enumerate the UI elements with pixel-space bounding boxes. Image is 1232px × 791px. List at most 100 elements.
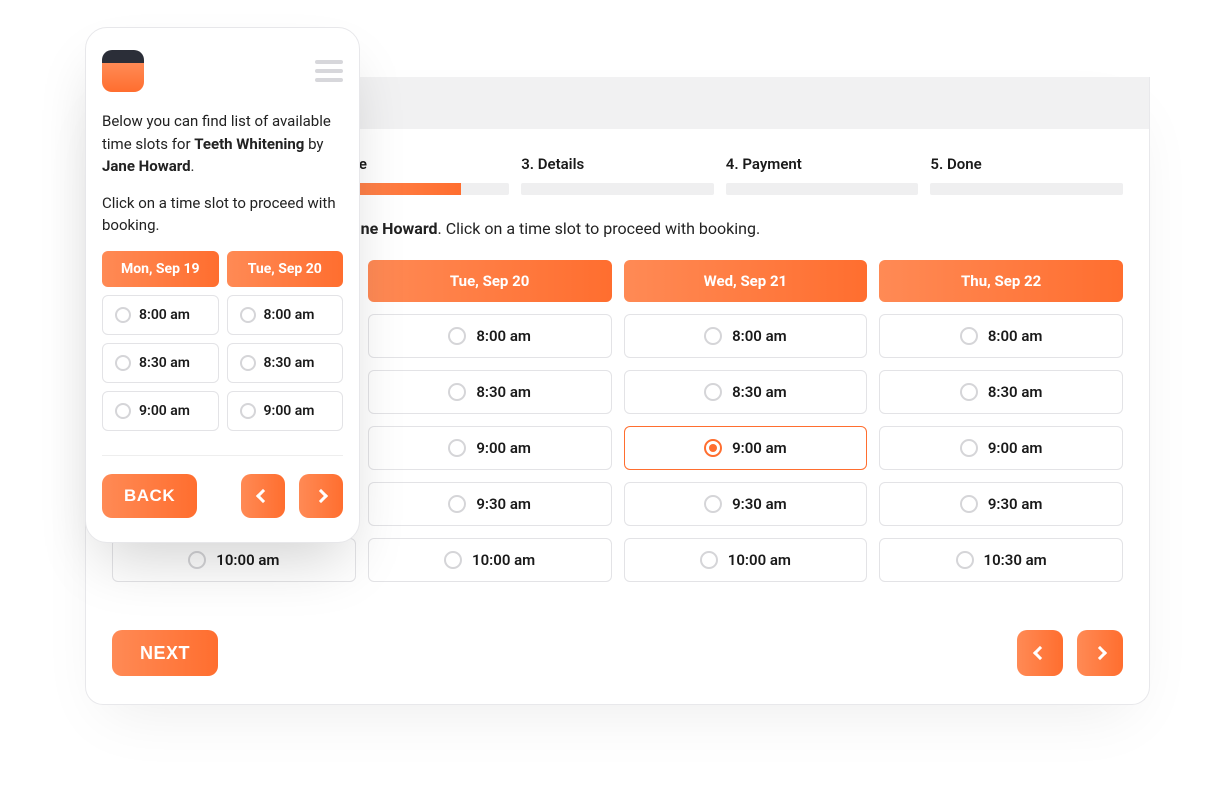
time-slot-label: 9:00 am — [732, 439, 787, 457]
instruction-text: Below you can find list of available tim… — [102, 110, 343, 178]
time-slot-label: 8:00 am — [476, 327, 531, 345]
time-slot[interactable]: 10:00 am — [112, 538, 356, 582]
time-slot-label: 8:00 am — [732, 327, 787, 345]
radio-icon — [448, 495, 466, 513]
time-slot-label: 10:30 am — [984, 551, 1047, 569]
schedule-grid: Mon, Sep 19Tue, Sep 20 8:00 am 8:00 am 8:30… — [102, 251, 343, 431]
desktop-footer: NEXT — [112, 630, 1123, 676]
time-slot[interactable]: 9:00 am — [227, 391, 344, 431]
time-slot[interactable]: 9:00 am — [102, 391, 219, 431]
radio-icon — [240, 403, 256, 419]
radio-icon — [448, 327, 466, 345]
time-slot[interactable]: 9:00 am — [879, 426, 1123, 470]
mobile-booking-panel: Below you can find list of available tim… — [85, 27, 360, 543]
time-slot-label: 8:00 am — [139, 307, 190, 323]
time-slot[interactable]: 9:00 am — [624, 426, 868, 470]
service-name: Teeth Whitening — [194, 135, 304, 153]
text-fragment: . — [438, 219, 446, 238]
radio-icon — [115, 403, 131, 419]
time-slot[interactable]: 8:00 am — [879, 314, 1123, 358]
time-slot[interactable]: 9:30 am — [624, 482, 868, 526]
time-slot[interactable]: 8:00 am — [368, 314, 612, 358]
radio-icon — [700, 551, 718, 569]
radio-icon — [115, 307, 131, 323]
time-slot[interactable]: 9:30 am — [879, 482, 1123, 526]
day-header: Mon, Sep 19 — [102, 251, 219, 287]
divider — [102, 455, 343, 456]
mobile-footer: BACK — [102, 474, 343, 518]
time-slot-label: 9:00 am — [988, 439, 1043, 457]
day-header: Tue, Sep 20 — [368, 260, 612, 302]
chevron-left-icon — [256, 488, 270, 502]
radio-icon — [240, 307, 256, 323]
time-slot[interactable]: 10:30 am — [879, 538, 1123, 582]
time-slot[interactable]: 8:00 am — [102, 295, 219, 335]
step-progress-bar — [521, 183, 714, 195]
next-button[interactable]: NEXT — [112, 630, 218, 676]
radio-icon — [444, 551, 462, 569]
time-slot[interactable]: 9:30 am — [368, 482, 612, 526]
radio-icon — [448, 383, 466, 401]
menu-button[interactable] — [315, 60, 343, 82]
time-slot-label: 10:00 am — [728, 551, 791, 569]
app-logo-icon — [102, 50, 144, 92]
time-slot-label: 9:30 am — [732, 495, 787, 513]
time-slot-label: 8:00 am — [264, 307, 315, 323]
time-slot-label: 8:30 am — [264, 355, 315, 371]
radio-icon — [960, 495, 978, 513]
time-slot-label: 8:30 am — [139, 355, 190, 371]
time-slot-label: 8:30 am — [732, 383, 787, 401]
time-slot[interactable]: 8:30 am — [368, 370, 612, 414]
radio-icon — [704, 327, 722, 345]
prev-week-button[interactable] — [241, 474, 285, 518]
time-slot[interactable]: 8:00 am — [624, 314, 868, 358]
time-slot-label: 9:30 am — [476, 495, 531, 513]
time-slot[interactable]: 8:00 am — [227, 295, 344, 335]
step-label: 5. Done — [930, 155, 1123, 183]
time-slot-label: 8:00 am — [988, 327, 1043, 345]
next-week-button[interactable] — [1077, 630, 1123, 676]
step-progress-bar — [726, 183, 919, 195]
time-slot-label: 9:30 am — [988, 495, 1043, 513]
provider-name: Jane Howard — [102, 157, 191, 175]
time-slot[interactable]: 8:30 am — [102, 343, 219, 383]
chevron-right-icon — [1093, 646, 1107, 660]
radio-icon — [960, 383, 978, 401]
step-label: 3. Details — [521, 155, 714, 183]
text-fragment: by — [304, 135, 323, 153]
time-slot[interactable]: 8:30 am — [624, 370, 868, 414]
time-slot[interactable]: 10:00 am — [624, 538, 868, 582]
hamburger-icon — [315, 60, 343, 64]
time-slot-label: 8:30 am — [476, 383, 531, 401]
step-progress-bar — [930, 183, 1123, 195]
time-slot-label: 8:30 am — [988, 383, 1043, 401]
back-button[interactable]: BACK — [102, 474, 197, 518]
time-slot[interactable]: 8:30 am — [879, 370, 1123, 414]
time-slot-label: 10:00 am — [216, 551, 279, 569]
click-hint: Click on a time slot to proceed with boo… — [102, 192, 343, 237]
chevron-right-icon — [314, 488, 328, 502]
time-slot[interactable]: 8:30 am — [227, 343, 344, 383]
radio-icon — [960, 439, 978, 457]
next-week-button[interactable] — [299, 474, 343, 518]
step-label: 4. Payment — [726, 155, 919, 183]
time-slot-label: 9:00 am — [139, 403, 190, 419]
radio-icon — [956, 551, 974, 569]
radio-icon — [960, 327, 978, 345]
click-hint: Click on a time slot to proceed with boo… — [446, 219, 760, 238]
day-header: Wed, Sep 21 — [624, 260, 868, 302]
day-header: Tue, Sep 20 — [227, 251, 344, 287]
time-slot[interactable]: 9:00 am — [368, 426, 612, 470]
time-slot[interactable]: 10:00 am — [368, 538, 612, 582]
time-slot-label: 9:00 am — [264, 403, 315, 419]
radio-icon — [704, 439, 722, 457]
prev-week-button[interactable] — [1017, 630, 1063, 676]
radio-icon — [188, 551, 206, 569]
radio-icon — [704, 383, 722, 401]
time-slot-label: 10:00 am — [472, 551, 535, 569]
radio-icon — [448, 439, 466, 457]
radio-icon — [240, 355, 256, 371]
time-slot-label: 9:00 am — [476, 439, 531, 457]
radio-icon — [115, 355, 131, 371]
week-nav — [1017, 630, 1123, 676]
